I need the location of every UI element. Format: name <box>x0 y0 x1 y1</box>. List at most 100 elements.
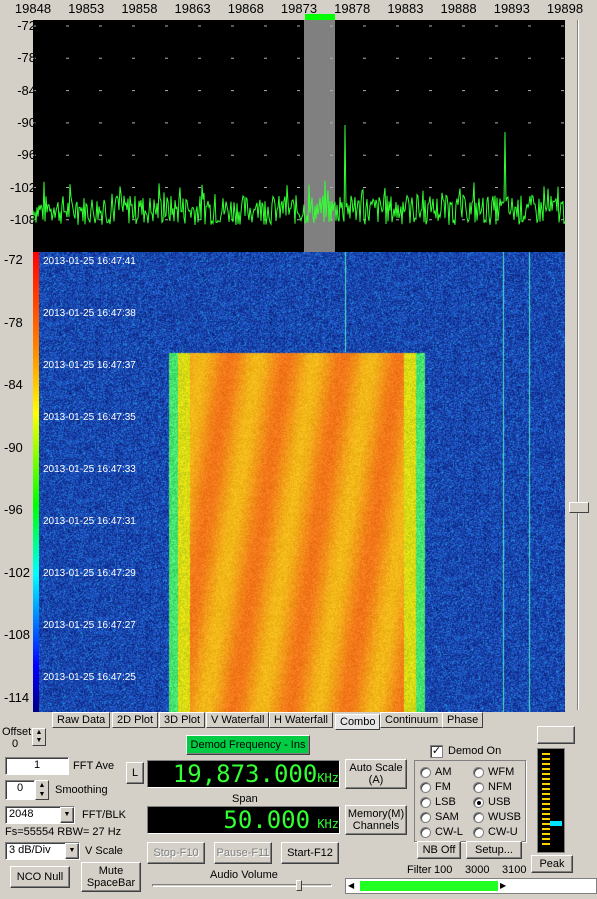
auto-scale-line1: Auto Scale <box>349 762 403 774</box>
filter-passband-bar[interactable] <box>360 881 498 891</box>
spectrum-y-tick: -96 <box>17 147 36 163</box>
waterfall-display[interactable]: 2013-01-25 16:47:41 2013-01-25 16:47:38 20… <box>33 252 565 712</box>
memory-channels-button[interactable]: Memory(M) Channels <box>345 805 407 835</box>
peak-meter-scale <box>542 753 550 845</box>
scroll-right-icon[interactable]: ▶ <box>500 880 510 892</box>
smoothing-spinner[interactable]: ▲ ▼ <box>35 780 49 800</box>
waterfall-timestamp: 2013-01-25 16:47:33 <box>43 464 136 475</box>
mode-label: WUSB <box>488 811 521 823</box>
spectrum-y-tick: -84 <box>17 82 36 98</box>
waterfall-timestamp: 2013-01-25 16:47:37 <box>43 360 136 371</box>
waterfall-canvas <box>33 252 565 712</box>
tab-combo[interactable]: Combo <box>335 714 381 730</box>
vertical-slider-track[interactable] <box>577 20 579 710</box>
waterfall-timestamp: 2013-01-25 16:47:25 <box>43 672 136 683</box>
stop-button[interactable]: Stop-F10 <box>147 842 205 864</box>
waterfall-timestamp: 2013-01-25 16:47:29 <box>43 568 136 579</box>
tab-h-waterfall[interactable]: H Waterfall <box>269 712 333 728</box>
tab-continuum[interactable]: Continuum <box>380 712 444 728</box>
tab-raw-data[interactable]: Raw Data <box>52 712 111 728</box>
mute-label-line1: Mute <box>98 865 124 877</box>
waterfall-y-tick: -102 <box>4 564 31 580</box>
auto-scale-button[interactable]: Auto Scale (A) <box>345 759 407 789</box>
tab-v-waterfall[interactable]: V Waterfall <box>206 712 270 728</box>
waterfall-y-tick: -84 <box>4 377 23 392</box>
spectrum-y-tick: -72 <box>17 18 36 33</box>
mode-radio-nfm[interactable] <box>473 782 484 793</box>
smoothing-field[interactable]: 0 <box>5 780 35 800</box>
fft-blk-value: 2048 <box>9 808 34 820</box>
demod-frequency-button[interactable]: Demod Frequency - Ins <box>186 735 310 755</box>
fft-blk-label: FFT/BLK <box>82 809 127 821</box>
fft-ave-label: FFT Ave <box>73 760 115 772</box>
mute-button[interactable]: Mute SpaceBar <box>81 862 141 892</box>
mode-label: CW-L <box>435 826 463 838</box>
frequency-tick: 19878 <box>334 1 371 16</box>
audio-volume-label: Audio Volume <box>210 869 278 881</box>
fft-ave-field[interactable]: 1 <box>5 757 69 775</box>
offset-value: 0 <box>12 738 19 750</box>
mode-radio-usb[interactable] <box>473 797 484 808</box>
tab-3d-plot[interactable]: 3D Plot <box>159 712 206 728</box>
chevron-down-icon[interactable]: ▼ <box>60 807 74 823</box>
vscale-select[interactable]: 3 dB/Div ▼ <box>5 842 80 860</box>
span-display[interactable]: 50.000 KHz <box>147 806 340 834</box>
spectrum-y-tick: -108 <box>9 211 36 227</box>
vertical-slider-thumb[interactable] <box>569 502 589 513</box>
pause-button[interactable]: Pause-F11 <box>214 842 272 864</box>
span-unit: KHz <box>317 817 339 831</box>
waterfall-timestamp: 2013-01-25 16:47:31 <box>43 516 136 527</box>
filter-scrollbar[interactable]: ◀ ▶ <box>345 878 597 894</box>
mode-radio-wfm[interactable] <box>473 767 484 778</box>
spectrum-plot[interactable]: -72 -78 -84 -90 -96 -102 -108 <box>0 18 597 252</box>
mode-label: WFM <box>488 766 515 778</box>
span-value: 50.000 <box>223 806 311 834</box>
peak-meter-level <box>550 821 562 826</box>
peak-meter <box>537 748 565 853</box>
mode-radio-lsb[interactable] <box>420 797 431 808</box>
memory-line1: Memory(M) <box>347 808 405 820</box>
tab-2d-plot[interactable]: 2D Plot <box>112 712 159 728</box>
setup-button[interactable]: Setup... <box>466 841 522 859</box>
audio-volume-thumb[interactable] <box>296 880 302 891</box>
demod-on-checkbox[interactable]: ✓ <box>430 745 443 758</box>
peak-button[interactable]: Peak <box>531 855 573 873</box>
frequency-tick: 19858 <box>121 1 158 16</box>
waterfall-timestamp: 2013-01-25 16:47:41 <box>43 256 136 267</box>
fft-blk-select[interactable]: 2048 ▼ <box>5 806 75 824</box>
spectrum-background <box>33 20 565 252</box>
mode-radio-cw-u[interactable] <box>473 827 484 838</box>
frequency-axis: 19848 19853 19858 19863 19868 19873 19878 19883… <box>0 0 597 20</box>
waterfall-y-tick: -108 <box>4 627 31 642</box>
smoothing-label: Smoothing <box>55 784 108 796</box>
mode-radio-am[interactable] <box>420 767 431 778</box>
spectrum-svg <box>32 20 579 252</box>
scroll-left-icon[interactable]: ◀ <box>348 880 358 892</box>
start-button[interactable]: Start-F12 <box>281 842 339 864</box>
spectrum-y-tick: -90 <box>17 114 36 130</box>
mode-label: AM <box>435 766 452 778</box>
offset-spinner[interactable]: ▲ ▼ <box>32 728 46 746</box>
waterfall-timestamp: 2013-01-25 16:47:27 <box>43 620 136 631</box>
tab-phase[interactable]: Phase <box>442 712 484 728</box>
nb-off-button[interactable]: NB Off <box>417 841 461 859</box>
nco-null-button[interactable]: NCO Null <box>10 866 70 888</box>
waterfall-y-tick: -72 <box>4 252 23 267</box>
mode-label: CW-U <box>488 826 518 838</box>
mode-radio-cw-l[interactable] <box>420 827 431 838</box>
mode-label: LSB <box>435 796 456 808</box>
frequency-tick: 19883 <box>387 1 424 16</box>
mode-radio-fm[interactable] <box>420 782 431 793</box>
audio-volume-track[interactable] <box>152 884 332 887</box>
frequency-tick: 19863 <box>174 1 211 16</box>
l-button[interactable]: L <box>126 762 144 784</box>
blank-button[interactable] <box>537 726 575 744</box>
demod-marker[interactable] <box>305 14 335 20</box>
spectrum-y-tick: -102 <box>9 179 36 195</box>
mode-radio-wusb[interactable] <box>473 812 484 823</box>
mode-radio-sam[interactable] <box>420 812 431 823</box>
frequency-tick: 19888 <box>440 1 477 16</box>
filter-high: 3000 <box>465 864 490 876</box>
frequency-display[interactable]: 19,873.000KHz <box>147 760 340 788</box>
chevron-down-icon[interactable]: ▼ <box>65 843 79 859</box>
